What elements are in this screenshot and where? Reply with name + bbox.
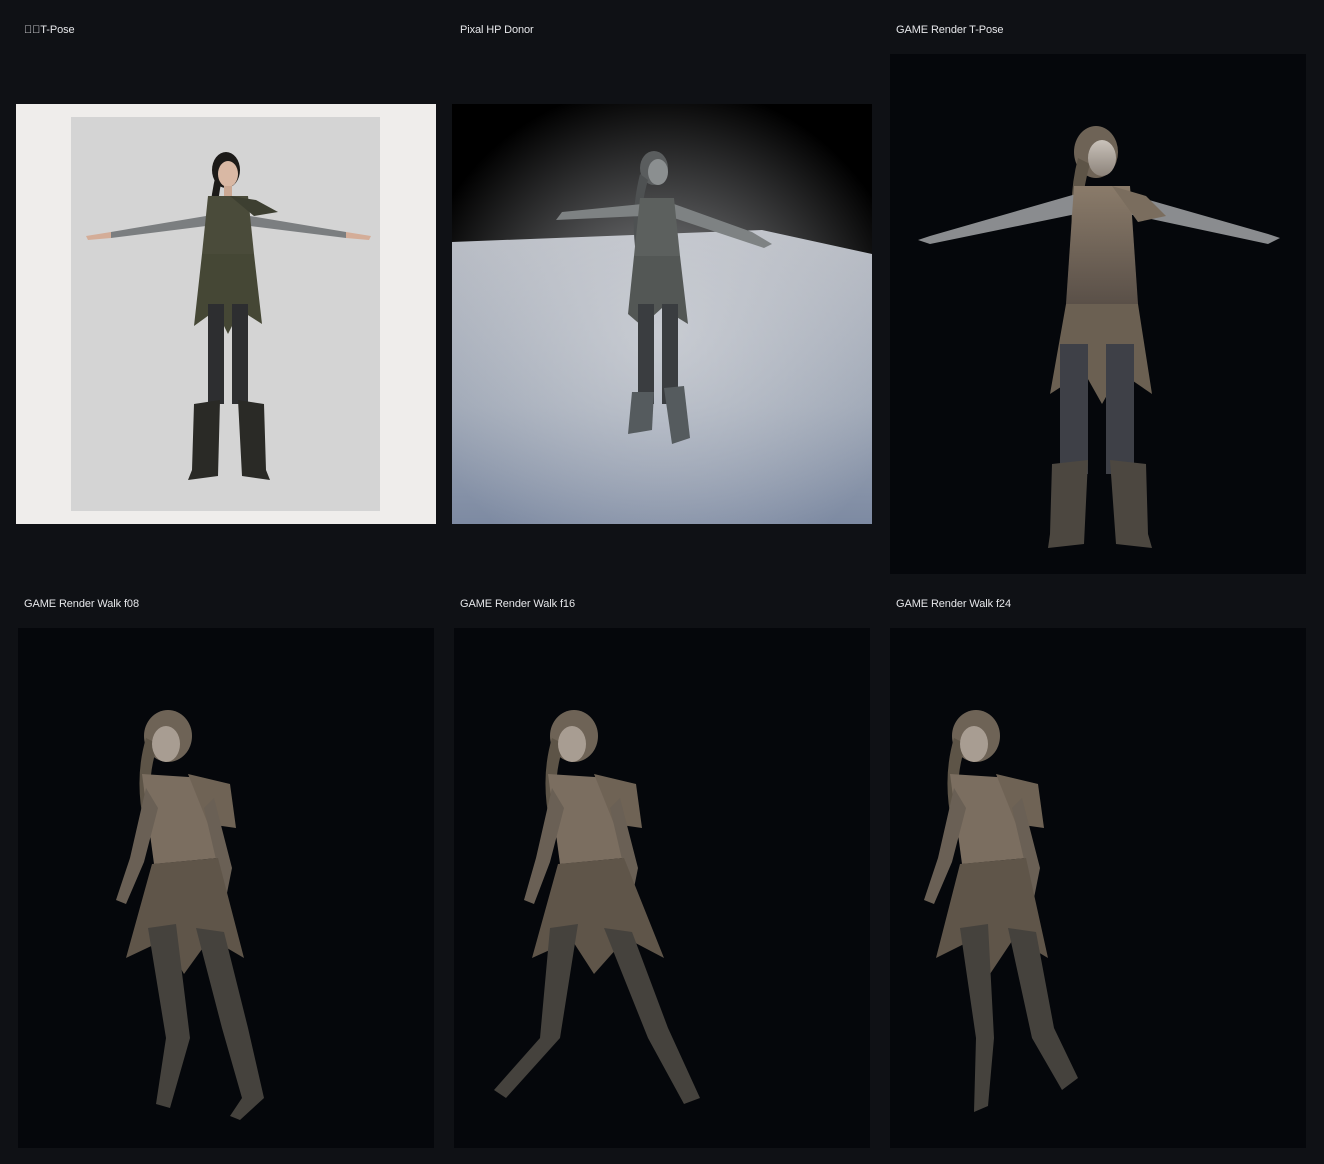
- panel-label-walk-f16: GAME Render Walk f16: [460, 598, 575, 610]
- panel-label-walk-f24: GAME Render Walk f24: [896, 598, 1011, 610]
- walk-f08-image[interactable]: [18, 628, 434, 1148]
- walk-f24-illustration: [924, 710, 1078, 1112]
- walk-f16-illustration: [494, 710, 700, 1104]
- concept-tpose-image[interactable]: [16, 104, 436, 524]
- panel-label-game-tpose: GAME Render T-Pose: [896, 24, 1004, 36]
- game-tpose-illustration: [918, 126, 1280, 548]
- hp-donor-image[interactable]: [452, 104, 872, 524]
- render-gallery:   T-Pose P: [0, 0, 1324, 1164]
- panel-label-hp-donor: Pixal HP Donor: [460, 24, 534, 36]
- panel-label-walk-f08: GAME Render Walk f08: [24, 598, 139, 610]
- hp-donor-illustration: [452, 104, 872, 524]
- game-tpose-image[interactable]: [890, 54, 1306, 574]
- panel-label-concept-tpose:   T-Pose: [24, 24, 75, 36]
- walk-f16-image[interactable]: [454, 628, 870, 1148]
- concept-tpose-illustration: [71, 117, 380, 511]
- walk-f08-illustration: [116, 710, 264, 1120]
- walk-f24-image[interactable]: [890, 628, 1306, 1148]
